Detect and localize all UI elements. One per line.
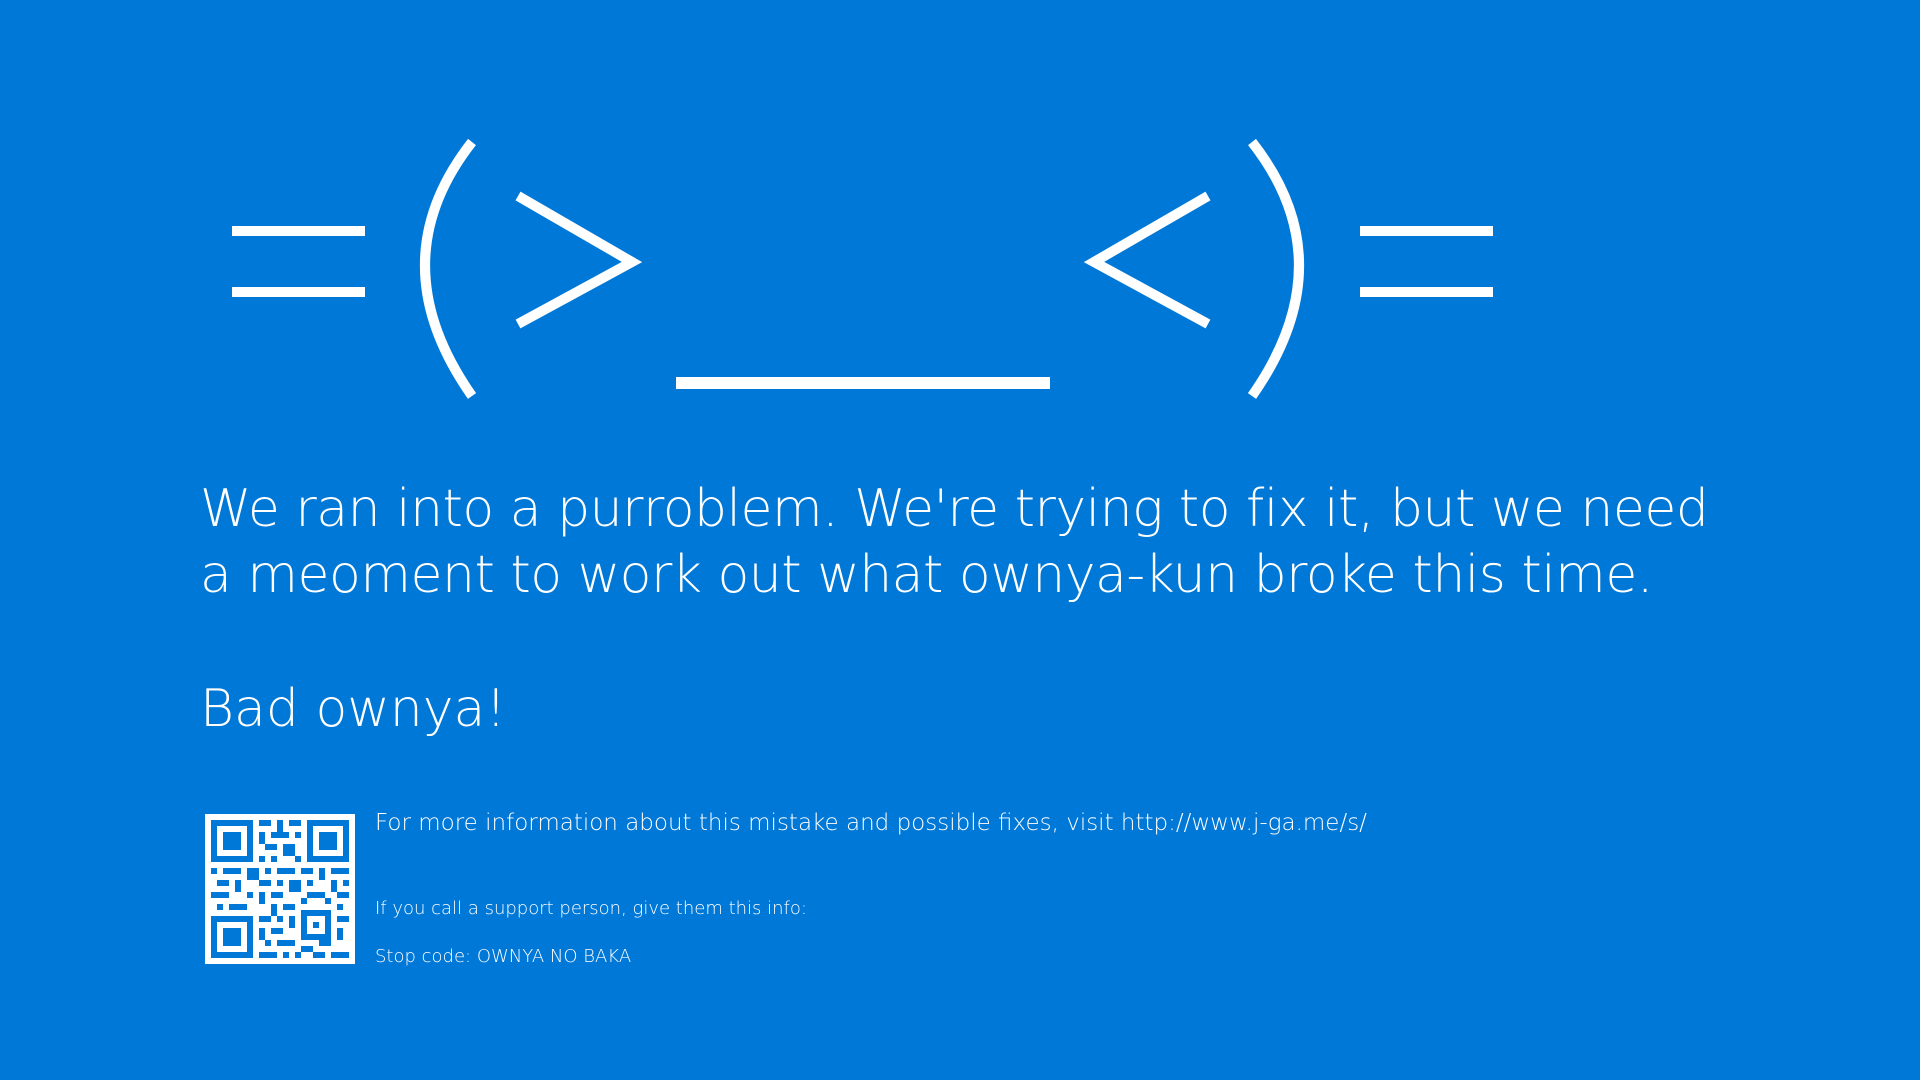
left-equals-bottom <box>232 287 365 297</box>
error-message: We ran into a purroblem. We're trying to… <box>200 476 1709 608</box>
right-equals-top <box>1360 226 1493 236</box>
right-eye <box>1083 191 1211 329</box>
stop-code: Stop code: OWNYA NO BAKA <box>375 946 632 967</box>
right-equals-bottom <box>1360 287 1493 297</box>
sad-cat-emoticon-icon <box>232 138 1493 399</box>
mouth <box>676 377 1050 389</box>
left-parenthesis <box>420 138 477 399</box>
left-equals-top <box>232 226 365 236</box>
error-message-line-2: a meoment to work out what ownya-kun bro… <box>200 545 1653 605</box>
blue-screen: We ran into a purroblem. We're trying to… <box>0 0 1920 1080</box>
left-eye <box>515 191 643 329</box>
right-parenthesis <box>1247 138 1304 399</box>
more-info-text: For more information about this mistake … <box>375 810 1367 836</box>
error-message-line-1: We ran into a purroblem. We're trying to… <box>200 479 1709 539</box>
qr-code-icon <box>205 814 355 964</box>
support-text: If you call a support person, give them … <box>375 898 807 919</box>
scold-text: Bad ownya! <box>200 679 507 739</box>
